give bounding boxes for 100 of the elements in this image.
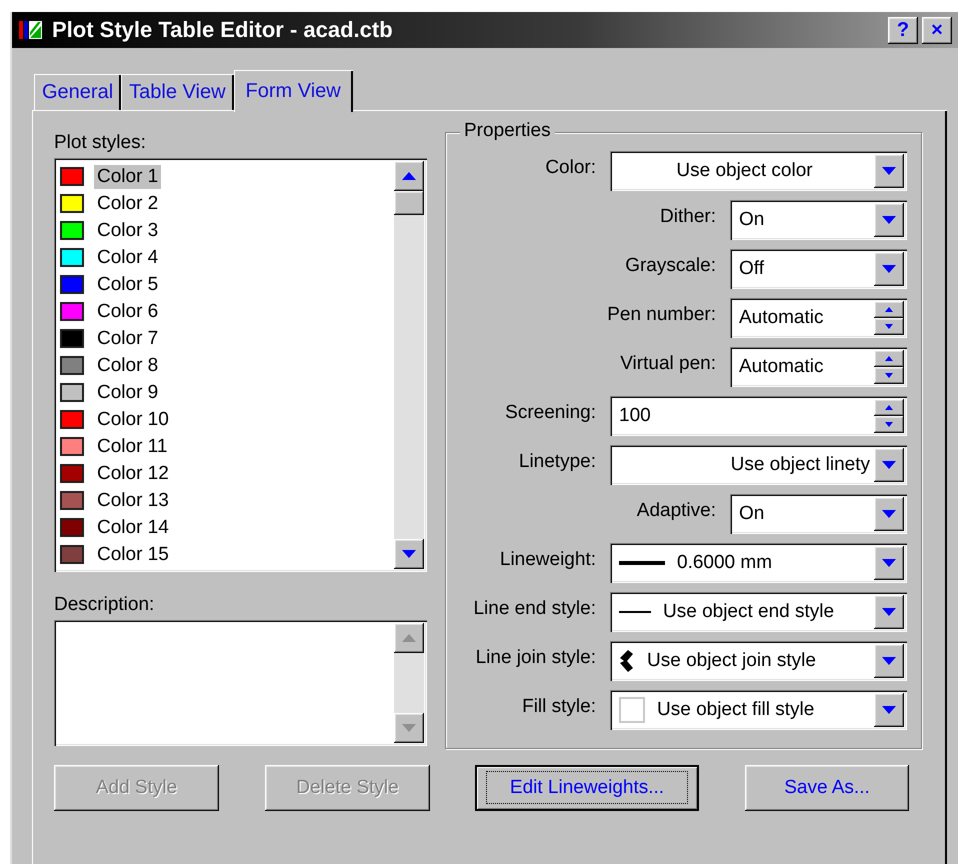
plot-style-item[interactable]: Color 13	[60, 487, 391, 514]
down-arrow-icon	[882, 706, 896, 714]
down-arrow-icon	[882, 559, 896, 567]
plot-style-item[interactable]: Color 1	[60, 163, 391, 190]
plot-style-item[interactable]: Color 15	[60, 541, 391, 568]
down-arrow-icon	[402, 550, 416, 558]
help-button[interactable]: ?	[888, 16, 918, 44]
dropdown-arrow-button[interactable]	[874, 644, 904, 678]
plot-style-item[interactable]: Color 9	[60, 379, 391, 406]
tab[interactable]: Table View	[121, 74, 234, 110]
dropdown[interactable]: On	[730, 494, 907, 534]
plot-style-item[interactable]: Color 5	[60, 271, 391, 298]
plot-style-item[interactable]: Color 7	[60, 325, 391, 352]
description-field[interactable]	[54, 620, 427, 746]
dropdown-arrow-button[interactable]	[874, 154, 904, 188]
close-button[interactable]: ×	[922, 16, 952, 44]
spin-down-button[interactable]	[874, 367, 904, 384]
spin-up-button[interactable]	[874, 350, 904, 367]
spin-down-button[interactable]	[874, 416, 904, 433]
plot-style-item[interactable]: Color 14	[60, 514, 391, 541]
tab[interactable]: Form View	[234, 70, 353, 112]
property-label: Color:	[545, 156, 596, 179]
plot-style-item[interactable]: Color 6	[60, 298, 391, 325]
field-value: On	[739, 503, 764, 525]
up-arrow-icon	[402, 172, 416, 180]
field-value: On	[739, 209, 764, 231]
plot-style-item[interactable]: Color 2	[60, 190, 391, 217]
property-label: Fill style:	[522, 695, 596, 718]
plot-style-name: Color 1	[94, 164, 162, 188]
field-value: Automatic	[739, 356, 824, 378]
plot-style-item[interactable]: Color 10	[60, 406, 391, 433]
property-label: Virtual pen:	[620, 352, 716, 375]
property-label: Adaptive:	[636, 499, 716, 522]
dropdown[interactable]: Use object fill style	[610, 690, 907, 730]
spin-field[interactable]: Automatic	[730, 347, 907, 387]
plot-style-name: Color 14	[96, 516, 170, 540]
field-value: Off	[739, 258, 764, 280]
plot-style-name: Color 2	[96, 192, 160, 216]
dropdown[interactable]: Use object end style	[610, 592, 907, 632]
plot-style-name: Color 7	[96, 326, 160, 350]
dropdown-arrow-button[interactable]	[874, 595, 904, 629]
dropdown-arrow-button[interactable]	[874, 497, 904, 531]
spin-field[interactable]: Automatic	[730, 298, 907, 338]
dropdown-arrow-button[interactable]	[874, 693, 904, 727]
up-arrow-icon	[885, 356, 893, 361]
plot-style-name: Color 6	[96, 300, 160, 324]
plot-style-item[interactable]: Color 8	[60, 352, 391, 379]
field-value: Use object end style	[663, 601, 834, 623]
plot-style-item[interactable]: Color 12	[60, 460, 391, 487]
scroll-down-button[interactable]	[394, 539, 424, 569]
spin-up-button[interactable]	[874, 301, 904, 318]
property-label: Grayscale:	[625, 254, 716, 277]
field-value: Use object linety	[730, 454, 870, 476]
down-arrow-icon	[882, 510, 896, 518]
scroll-up-button[interactable]	[394, 623, 424, 653]
scroll-down-button[interactable]	[394, 713, 424, 743]
push-button[interactable]: Edit Lineweights...	[475, 765, 699, 811]
description-label: Description:	[54, 594, 156, 617]
down-arrow-icon	[885, 324, 893, 329]
field-value: Use object color	[676, 160, 813, 182]
join-icon	[619, 650, 635, 672]
plot-style-item[interactable]: Color 4	[60, 244, 391, 271]
app-icon	[18, 18, 44, 42]
spin-field[interactable]: 100	[610, 396, 907, 436]
scroll-up-button[interactable]	[394, 161, 424, 191]
plot-style-item[interactable]: Color 11	[60, 433, 391, 460]
dropdown[interactable]: Off	[730, 249, 907, 289]
push-button[interactable]: Save As...	[745, 765, 909, 811]
property-label: Screening:	[505, 401, 596, 424]
property-label: Dither:	[660, 205, 716, 228]
field-value: 0.6000 mm	[677, 552, 772, 574]
fill-swatch-icon	[619, 697, 645, 723]
plot-style-name: Color 5	[96, 272, 160, 296]
spin-up-button[interactable]	[874, 399, 904, 416]
dropdown-arrow-button[interactable]	[874, 546, 904, 580]
dropdown-arrow-button[interactable]	[874, 448, 904, 482]
spin-down-button[interactable]	[874, 318, 904, 335]
down-arrow-icon	[882, 167, 896, 175]
group-title: Properties	[460, 120, 555, 142]
dropdown[interactable]: Use object linety	[610, 445, 907, 485]
scrollbar[interactable]	[394, 161, 424, 569]
dropdown[interactable]: 0.6000 mm	[610, 543, 907, 583]
scroll-thumb[interactable]	[394, 191, 424, 215]
up-arrow-icon	[402, 634, 416, 642]
dropdown-arrow-button[interactable]	[874, 252, 904, 286]
thin-line-icon	[619, 611, 651, 613]
dropdown[interactable]: Use object color	[610, 151, 907, 191]
dropdown[interactable]: Use object join style	[610, 641, 907, 681]
property-label: Lineweight:	[500, 548, 596, 571]
plot-style-name: Color 15	[96, 542, 170, 566]
dropdown[interactable]: On	[730, 200, 907, 240]
dropdown-arrow-button[interactable]	[874, 203, 904, 237]
field-value: Use object join style	[647, 650, 816, 672]
property-label: Line end style:	[473, 597, 596, 620]
up-arrow-icon	[885, 307, 893, 312]
down-arrow-icon	[882, 461, 896, 469]
plot-style-item[interactable]: Color 3	[60, 217, 391, 244]
down-arrow-icon	[885, 422, 893, 427]
tab[interactable]: General	[34, 74, 122, 110]
down-arrow-icon	[402, 724, 416, 732]
